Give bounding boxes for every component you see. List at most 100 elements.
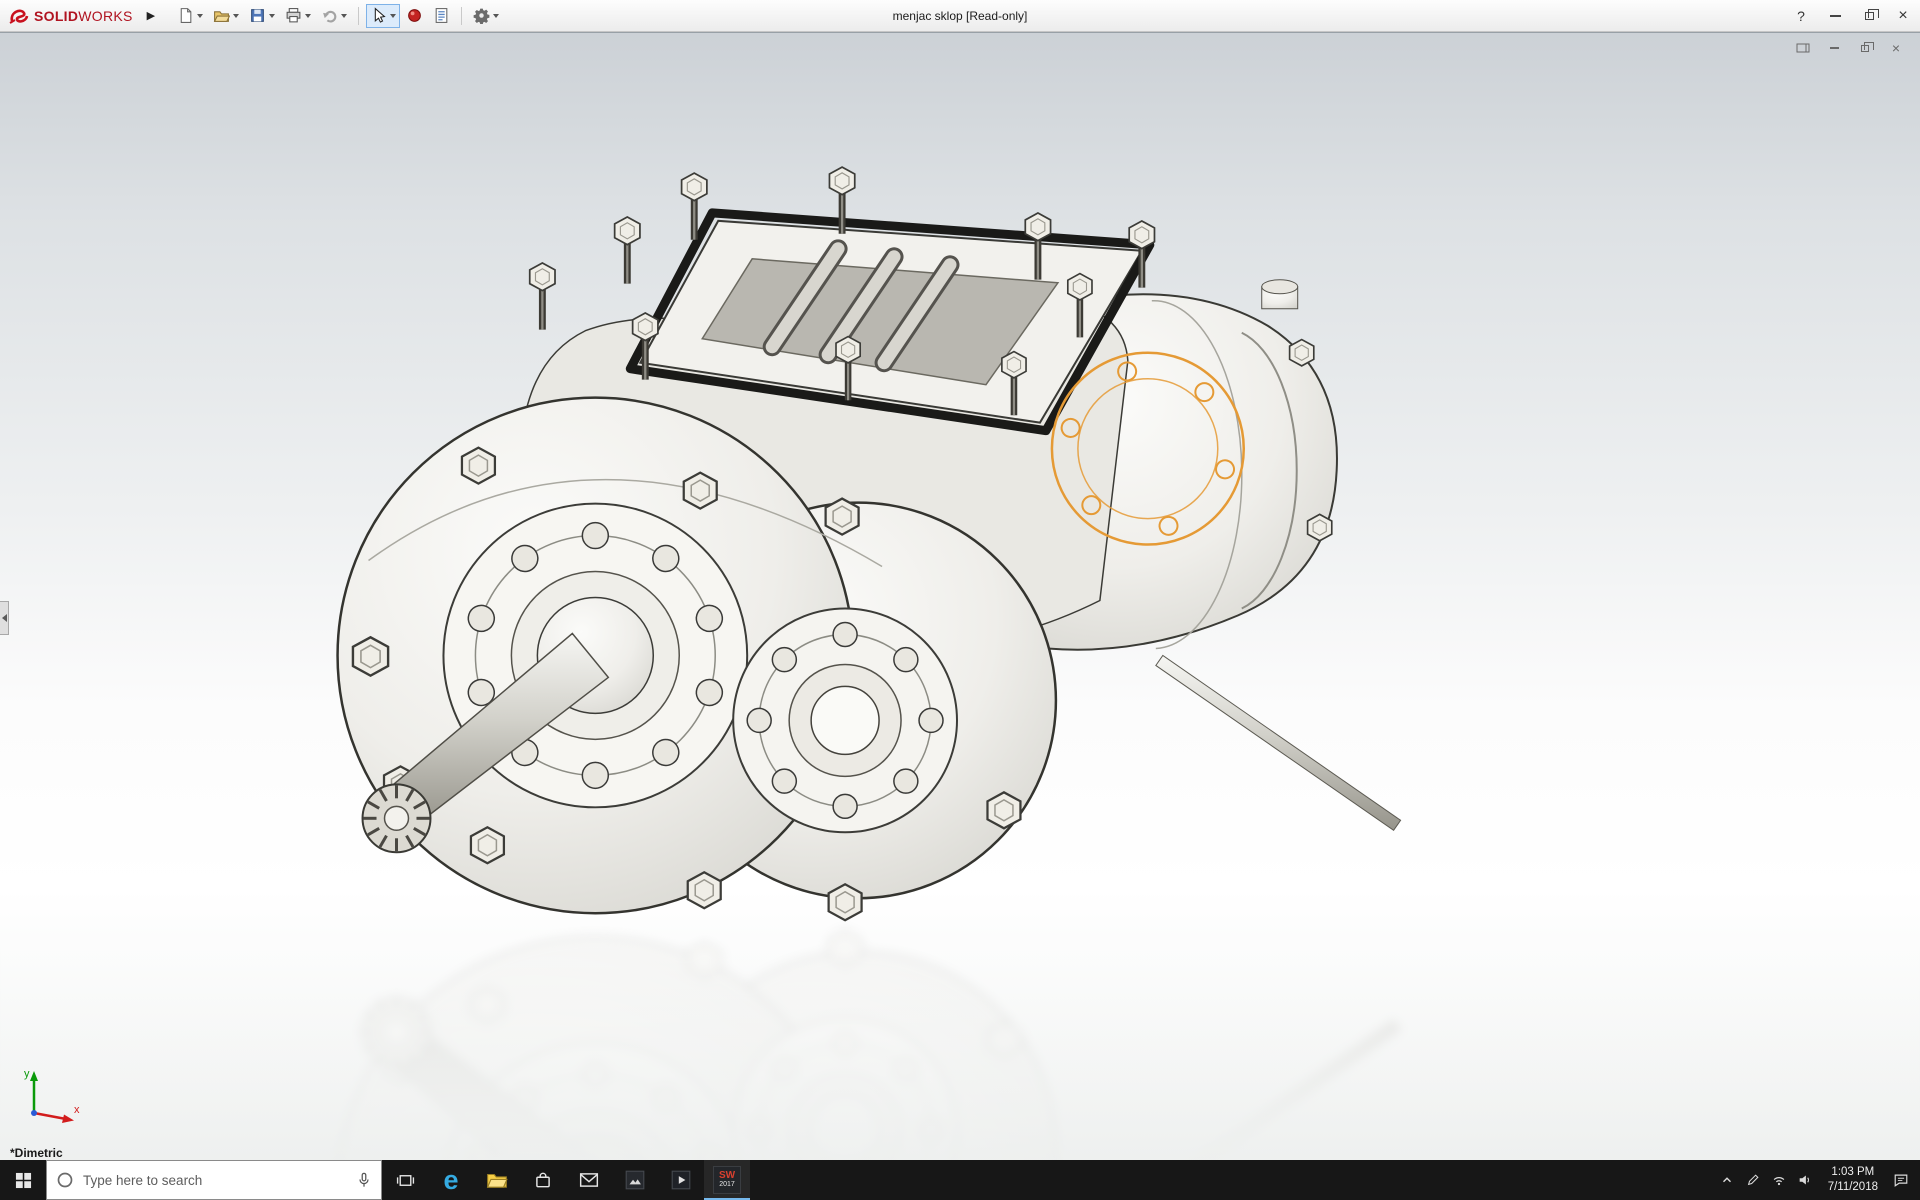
rebuild-button[interactable] [402,4,427,28]
search-input[interactable] [83,1173,347,1188]
orientation-triad: y x [18,1065,82,1130]
chevron-down-icon [341,14,347,18]
system-tray: 1:03 PM 7/11/2018 [1714,1160,1920,1200]
taskbar-clock[interactable]: 1:03 PM 7/11/2018 [1818,1165,1888,1195]
app-titlebar: SOLIDWORKS ▶ [0,0,1920,32]
network-wifi-icon [1771,1172,1787,1188]
quick-access-toolbar [173,4,503,28]
chevron-down-icon [269,14,275,18]
chevron-down-icon [305,14,311,18]
windows-logo-icon [15,1172,32,1189]
tray-expand-button[interactable] [1714,1160,1740,1200]
taskbar-app-solidworks[interactable]: SW 2017 [704,1160,750,1200]
doc-minimize-button[interactable] [1826,41,1842,55]
y-axis-label: y [24,1068,30,1080]
select-arrow-icon [370,7,387,24]
chevron-down-icon [493,14,499,18]
file-explorer-icon [486,1170,508,1190]
model-3d-gearbox[interactable] [0,33,1920,1160]
select-tool-button[interactable] [366,4,400,28]
action-center-button[interactable] [1888,1160,1914,1200]
new-document-button[interactable] [173,4,207,28]
clock-date: 7/11/2018 [1828,1180,1878,1195]
media-play-icon [670,1169,692,1191]
undo-icon [321,7,338,24]
notification-icon [1893,1172,1909,1188]
taskbar-app-media[interactable] [658,1160,704,1200]
document-window-controls: × [1795,41,1904,55]
microphone-icon[interactable] [356,1171,372,1189]
open-folder-icon [213,7,230,24]
toolbar-separator [358,7,359,25]
tray-pen-button[interactable] [1740,1160,1766,1200]
taskbar-app-photos[interactable] [612,1160,658,1200]
solidworks-logo-icon [8,6,30,26]
new-document-icon [177,7,194,24]
sw-badge-year: 2017 [719,1181,735,1189]
doc-close-button[interactable]: × [1888,41,1904,55]
start-button[interactable] [0,1160,46,1200]
save-icon [249,7,266,24]
doc-restore-button[interactable] [1857,41,1873,55]
print-icon [285,7,302,24]
chevron-down-icon [390,14,396,18]
brand-works: WORKS [78,8,132,24]
restore-icon [1865,12,1874,20]
speaker-icon [1797,1172,1813,1188]
gear-icon [473,7,490,24]
chevron-up-icon [1720,1173,1734,1187]
graphics-area[interactable]: × [0,32,1920,1160]
taskbar-app-store[interactable] [520,1160,566,1200]
input-shaft-spline[interactable] [363,784,431,852]
taskbar-app-edge[interactable]: e [428,1160,474,1200]
x-axis-label: x [74,1104,80,1116]
restore-button[interactable] [1852,0,1886,32]
taskbar-app-mail[interactable] [566,1160,612,1200]
brand-solid: SOLID [34,8,78,24]
solidworks-app-window: SOLIDWORKS ▶ [0,0,1920,1200]
doc-pane-button[interactable] [1795,41,1811,55]
minimize-button[interactable] [1818,0,1852,32]
help-button[interactable]: ? [1784,0,1818,32]
toolbar-separator [461,7,462,25]
edge-icon: e [443,1167,458,1194]
hex-bolt[interactable] [1308,514,1332,540]
chevron-down-icon [197,14,203,18]
window-controls: ? × [1784,0,1920,32]
doc-minimize-icon [1830,47,1839,49]
task-view-button[interactable] [382,1160,428,1200]
view-orientation-label: *Dimetric [10,1146,63,1160]
print-button[interactable] [281,4,315,28]
options-button[interactable] [469,4,503,28]
close-icon: × [1898,8,1907,24]
doc-restore-icon [1861,45,1869,52]
reflection-fade [1,928,1919,1160]
sw-badge-letters: SW [719,1171,735,1181]
clock-time: 1:03 PM [1831,1165,1874,1180]
gearbox-assembly[interactable] [338,167,1401,920]
pane-icon [1796,42,1810,54]
x-axis-arrow [62,1115,74,1124]
file-properties-icon [433,7,450,24]
right-bearing-flange[interactable] [733,608,957,832]
tray-volume-button[interactable] [1792,1160,1818,1200]
close-button[interactable]: × [1886,0,1920,32]
save-button[interactable] [245,4,279,28]
hex-bolt[interactable] [1290,340,1314,366]
menu-expand-button[interactable]: ▶ [139,9,163,22]
document-title: menjac sklop [Read-only] [893,9,1028,23]
taskbar-app-file-explorer[interactable] [474,1160,520,1200]
z-axis-dot [31,1110,37,1116]
y-axis-arrow [30,1071,38,1081]
open-button[interactable] [209,4,243,28]
tray-network-button[interactable] [1766,1160,1792,1200]
brand-text: SOLIDWORKS [34,8,133,24]
file-properties-button[interactable] [429,4,454,28]
windows-taskbar: e [0,1160,1920,1200]
task-view-icon [396,1171,415,1190]
output-shaft[interactable] [1156,655,1401,830]
undo-button[interactable] [317,4,351,28]
taskbar-search[interactable] [46,1160,382,1200]
pen-icon [1746,1173,1760,1187]
cortana-icon [56,1171,74,1189]
